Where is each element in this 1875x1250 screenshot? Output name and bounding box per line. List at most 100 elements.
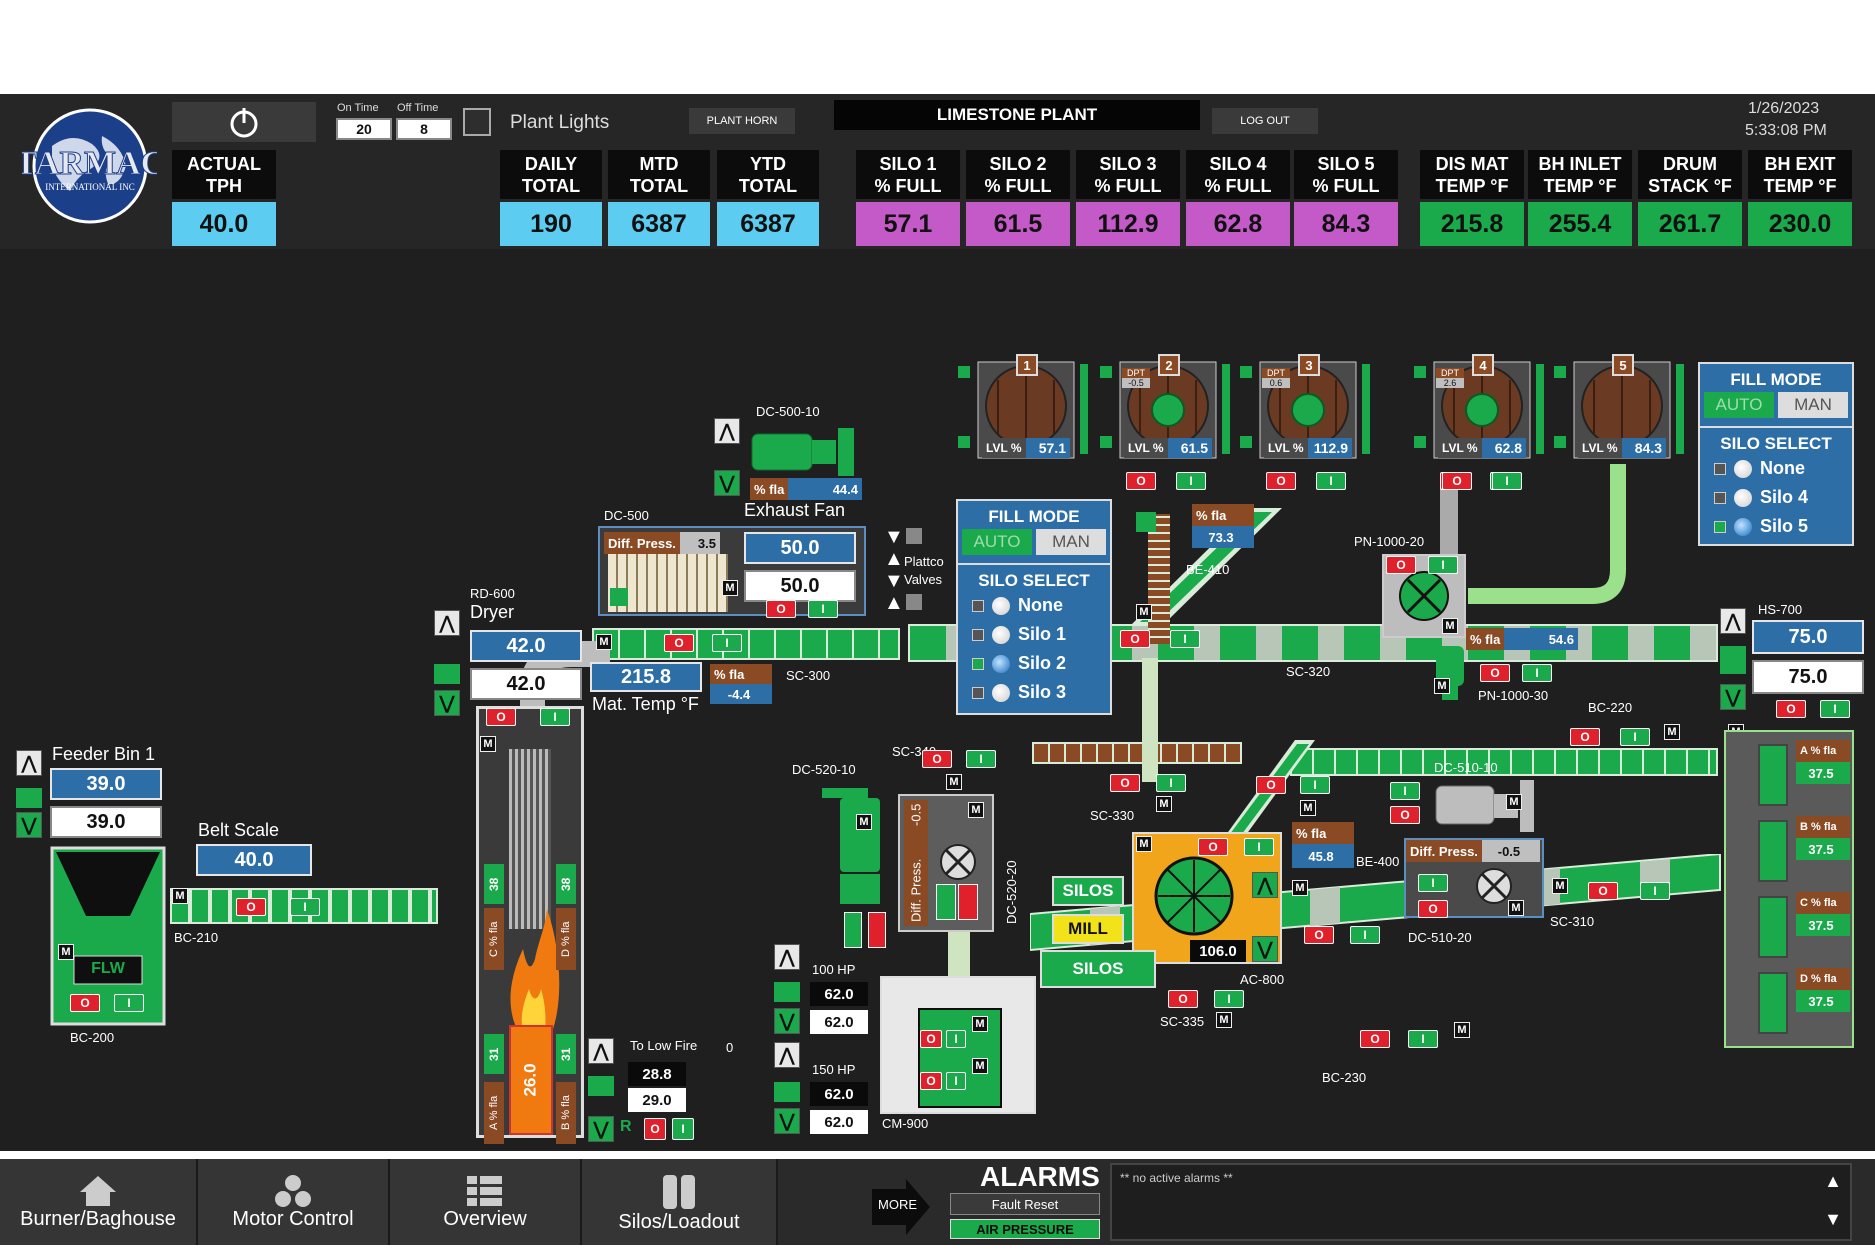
hs700-setpoint-2[interactable]: 75.0	[1752, 660, 1864, 694]
increase-arrow-button[interactable]: ⋀	[16, 750, 42, 776]
stop-button[interactable]: O	[486, 708, 516, 726]
stop-button[interactable]: O	[236, 898, 266, 916]
increase-arrow-button[interactable]: ⋀	[1720, 608, 1746, 634]
stop-button[interactable]: O	[1360, 1030, 1390, 1048]
start-button[interactable]: I	[1418, 874, 1448, 892]
silo-select-option[interactable]: Silo 3	[958, 678, 1110, 707]
decrease-arrow-button[interactable]: ⋁	[714, 470, 740, 496]
start-button[interactable]: I	[1316, 472, 1346, 490]
dc500-setpoint-1[interactable]: 50.0	[744, 532, 856, 564]
silos-button[interactable]: SILOS	[1052, 876, 1124, 906]
nav-motor-control[interactable]: Motor Control	[198, 1159, 390, 1245]
more-button[interactable]: MORE	[872, 1179, 932, 1235]
stop-button[interactable]: O	[1442, 472, 1472, 490]
nav-overview[interactable]: Overview	[390, 1159, 582, 1245]
increase-arrow-button[interactable]: ⋀	[1252, 872, 1278, 898]
stop-button[interactable]: O	[1390, 806, 1420, 824]
option-checkbox[interactable]	[972, 599, 984, 612]
start-button[interactable]: I	[946, 1072, 966, 1090]
low-fire-value-2[interactable]: 29.0	[628, 1088, 686, 1112]
start-button[interactable]: I	[1820, 700, 1850, 718]
radio-icon[interactable]	[1734, 459, 1752, 478]
increase-arrow-button[interactable]: ⋀	[774, 1042, 800, 1068]
stop-button[interactable]: O	[1570, 728, 1600, 746]
decrease-arrow-button[interactable]: ⋁	[434, 690, 460, 716]
start-button[interactable]: I	[290, 898, 320, 916]
start-button[interactable]: I	[672, 1118, 694, 1140]
alarm-list[interactable]: ** no active alarms ** ▲ ▼	[1110, 1163, 1852, 1241]
stop-button[interactable]: O	[1304, 926, 1334, 944]
increase-arrow-button[interactable]: ⋀	[434, 610, 460, 636]
nav-silos-loadout[interactable]: Silos/Loadout	[582, 1159, 778, 1245]
fill-mode-auto-button[interactable]: AUTO	[1704, 392, 1774, 418]
stop-button[interactable]: O	[766, 600, 796, 618]
hs700-setpoint-1[interactable]: 75.0	[1752, 620, 1864, 654]
stop-button[interactable]: O	[1588, 882, 1618, 900]
option-checkbox[interactable]	[1714, 462, 1726, 475]
stop-button[interactable]	[868, 912, 886, 948]
option-checkbox[interactable]	[972, 686, 984, 699]
stop-button[interactable]: O	[1266, 472, 1296, 490]
start-button[interactable]: I	[1620, 728, 1650, 746]
scroll-down-button[interactable]: ▼	[1824, 1209, 1842, 1230]
mill-button[interactable]: MILL	[1052, 914, 1124, 944]
fill-mode-man-button[interactable]: MAN	[1778, 392, 1848, 418]
start-button[interactable]: I	[114, 994, 144, 1012]
stop-button[interactable]: O	[664, 634, 694, 652]
option-checkbox[interactable]	[972, 657, 984, 670]
silo-select-option[interactable]: Silo 1	[958, 620, 1110, 649]
100hp-value-2[interactable]: 62.0	[810, 1010, 868, 1034]
stop-button[interactable]: O	[1168, 990, 1198, 1008]
dc500-setpoint-2[interactable]: 50.0	[744, 570, 856, 602]
start-button[interactable]: I	[1244, 838, 1274, 856]
start-button[interactable]: I	[540, 708, 570, 726]
decrease-arrow-button[interactable]: ⋁	[588, 1116, 614, 1142]
silo-select-option[interactable]: Silo 4	[1700, 483, 1852, 512]
start-button[interactable]	[936, 884, 956, 920]
start-button[interactable]: I	[1300, 776, 1330, 794]
silo-select-option[interactable]: None	[1700, 454, 1852, 483]
stop-button[interactable]: O	[920, 1030, 942, 1048]
stop-button[interactable]: O	[922, 750, 952, 768]
radio-icon[interactable]	[992, 683, 1010, 702]
radio-icon[interactable]	[1734, 517, 1752, 536]
start-button[interactable]: I	[1176, 472, 1206, 490]
power-button[interactable]	[172, 102, 316, 142]
feeder-setpoint-1[interactable]: 39.0	[50, 768, 162, 800]
stop-button[interactable]	[958, 884, 978, 920]
plattco-valve-arrows[interactable]: ▼ ▲ ▼ ▲	[884, 526, 904, 614]
stop-button[interactable]: O	[1776, 700, 1806, 718]
start-button[interactable]: I	[1156, 774, 1186, 792]
plant-lights-checkbox[interactable]	[463, 108, 491, 136]
start-button[interactable]: I	[1390, 782, 1420, 800]
start-button[interactable]: I	[808, 600, 838, 618]
fill-mode-man-button[interactable]: MAN	[1036, 529, 1106, 555]
start-button[interactable]: I	[712, 634, 742, 652]
fill-mode-auto-button[interactable]: AUTO	[962, 529, 1032, 555]
decrease-arrow-button[interactable]: ⋁	[1720, 684, 1746, 710]
option-checkbox[interactable]	[1714, 491, 1726, 504]
feeder-setpoint-2[interactable]: 39.0	[50, 806, 162, 838]
silos-button-2[interactable]: SILOS	[1040, 950, 1156, 988]
fault-reset-button[interactable]: Fault Reset	[950, 1193, 1100, 1215]
radio-icon[interactable]	[992, 625, 1010, 644]
start-button[interactable]: I	[1428, 556, 1458, 574]
stop-button[interactable]: O	[1110, 774, 1140, 792]
option-checkbox[interactable]	[972, 628, 984, 641]
logout-button[interactable]: LOG OUT	[1212, 108, 1318, 134]
option-checkbox[interactable]	[1714, 520, 1726, 533]
stop-button[interactable]: O	[644, 1118, 666, 1140]
start-button[interactable]: I	[1350, 926, 1380, 944]
stop-button[interactable]: O	[1386, 556, 1416, 574]
stop-button[interactable]: O	[1126, 472, 1156, 490]
silo-select-option[interactable]: Silo 2	[958, 649, 1110, 678]
start-button[interactable]: I	[1522, 664, 1552, 682]
stop-button[interactable]: O	[1256, 776, 1286, 794]
silo-select-option[interactable]: Silo 5	[1700, 512, 1852, 541]
start-button[interactable]: I	[946, 1030, 966, 1048]
start-button[interactable]: I	[1640, 882, 1670, 900]
plant-horn-button[interactable]: PLANT HORN	[689, 108, 795, 134]
start-button[interactable]	[844, 912, 862, 948]
increase-arrow-button[interactable]: ⋀	[588, 1038, 614, 1064]
stop-button[interactable]: O	[1480, 664, 1510, 682]
